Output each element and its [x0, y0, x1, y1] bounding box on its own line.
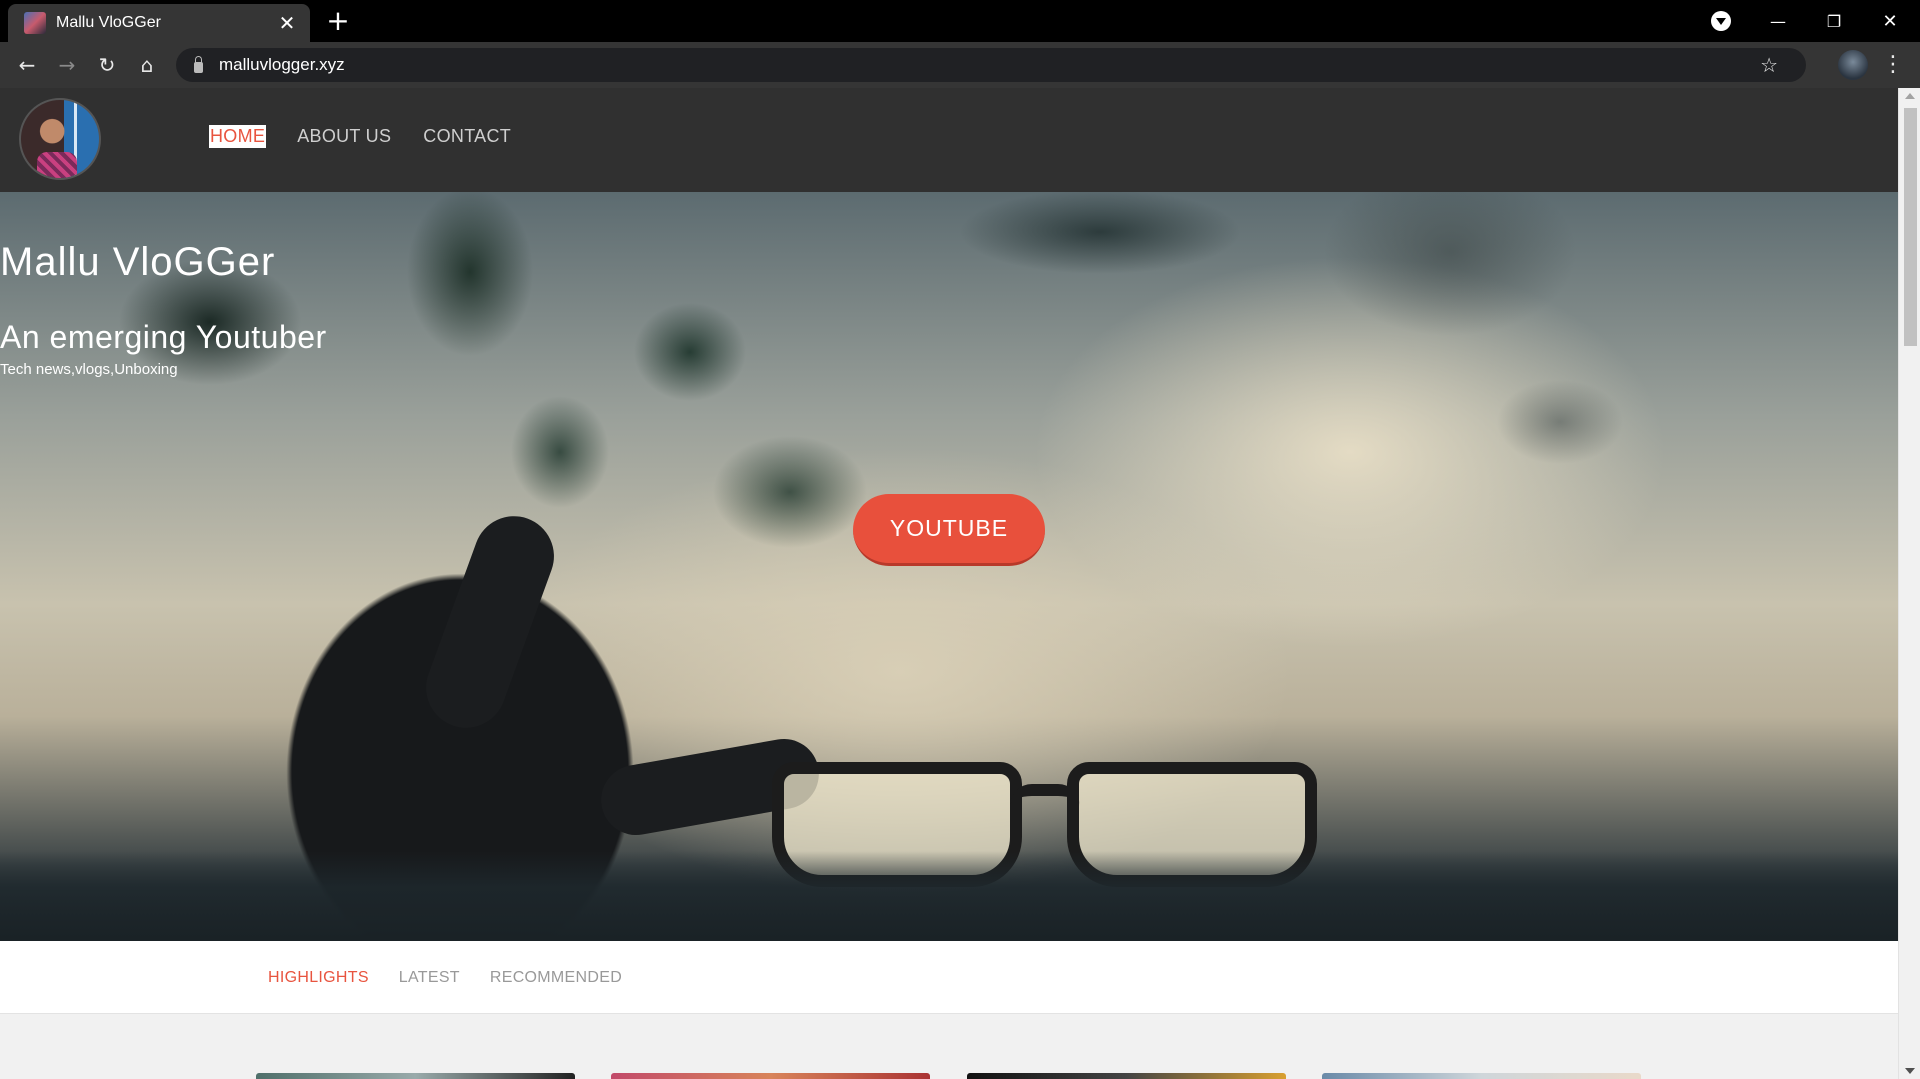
site-header: HOME ABOUT US CONTACT — [0, 88, 1898, 192]
new-tab-button[interactable]: + — [324, 5, 352, 37]
site-logo-avatar[interactable] — [19, 98, 101, 180]
video-card[interactable] — [611, 1073, 930, 1079]
nav-home[interactable]: HOME — [209, 125, 267, 148]
scroll-thumb[interactable] — [1904, 108, 1917, 346]
youtube-button[interactable]: YOUTUBE — [853, 494, 1045, 566]
content-tabs: HIGHLIGHTS LATEST RECOMMENDED — [268, 969, 622, 987]
tab-recommended[interactable]: RECOMMENDED — [490, 969, 622, 987]
close-window-button[interactable]: ✕ — [1862, 0, 1918, 42]
hero-title: Mallu VloGGer — [0, 240, 276, 284]
scroll-down-arrow-icon[interactable] — [1905, 1068, 1915, 1074]
restore-button[interactable]: ❐ — [1806, 0, 1862, 42]
web-page: HOME ABOUT US CONTACT Mallu VloGGer An e… — [0, 88, 1898, 1079]
home-button[interactable]: ⌂ — [132, 50, 162, 80]
download-icon[interactable] — [1711, 11, 1731, 31]
browser-toolbar: ← → ↻ ⌂ malluvlogger.xyz ☆ ⋮ — [0, 42, 1920, 88]
video-cards — [256, 1073, 1656, 1079]
favicon-icon — [24, 12, 46, 34]
hero-horizon-shade — [0, 851, 1898, 941]
forward-button[interactable]: → — [52, 50, 82, 80]
video-card[interactable] — [967, 1073, 1286, 1079]
tab-close-icon[interactable]: ✕ — [276, 11, 298, 35]
tab-latest[interactable]: LATEST — [399, 969, 460, 987]
reload-button[interactable]: ↻ — [92, 50, 122, 80]
nav-contact[interactable]: CONTACT — [422, 125, 512, 148]
url-text[interactable]: malluvlogger.xyz — [219, 55, 345, 75]
browser-tab-strip: Mallu VloGGer ✕ + — ❐ ✕ — [0, 0, 1920, 42]
profile-avatar[interactable] — [1838, 50, 1868, 80]
video-card[interactable] — [256, 1073, 575, 1079]
video-card[interactable] — [1322, 1073, 1641, 1079]
tab-highlights[interactable]: HIGHLIGHTS — [268, 969, 369, 987]
minimize-button[interactable]: — — [1750, 0, 1806, 42]
hero-tags: Tech news,vlogs,Unboxing — [0, 361, 178, 378]
site-nav: HOME ABOUT US CONTACT — [209, 125, 512, 148]
browser-menu-icon[interactable]: ⋮ — [1880, 50, 1906, 80]
hero-section: Mallu VloGGer An emerging Youtuber Tech … — [0, 192, 1898, 952]
page-scrollbar[interactable] — [1898, 88, 1920, 1079]
browser-tab[interactable]: Mallu VloGGer ✕ — [8, 4, 310, 42]
back-button[interactable]: ← — [12, 50, 42, 80]
lock-icon[interactable] — [194, 55, 203, 73]
bookmark-star-icon[interactable]: ☆ — [1760, 53, 1778, 77]
address-bar[interactable]: malluvlogger.xyz ☆ — [176, 48, 1806, 82]
tab-title: Mallu VloGGer — [56, 14, 161, 31]
hero-subtitle: An emerging Youtuber — [0, 319, 327, 355]
scroll-up-arrow-icon[interactable] — [1905, 93, 1915, 99]
nav-about-us[interactable]: ABOUT US — [296, 125, 392, 148]
content-tabs-bar: HIGHLIGHTS LATEST RECOMMENDED — [0, 941, 1898, 1014]
